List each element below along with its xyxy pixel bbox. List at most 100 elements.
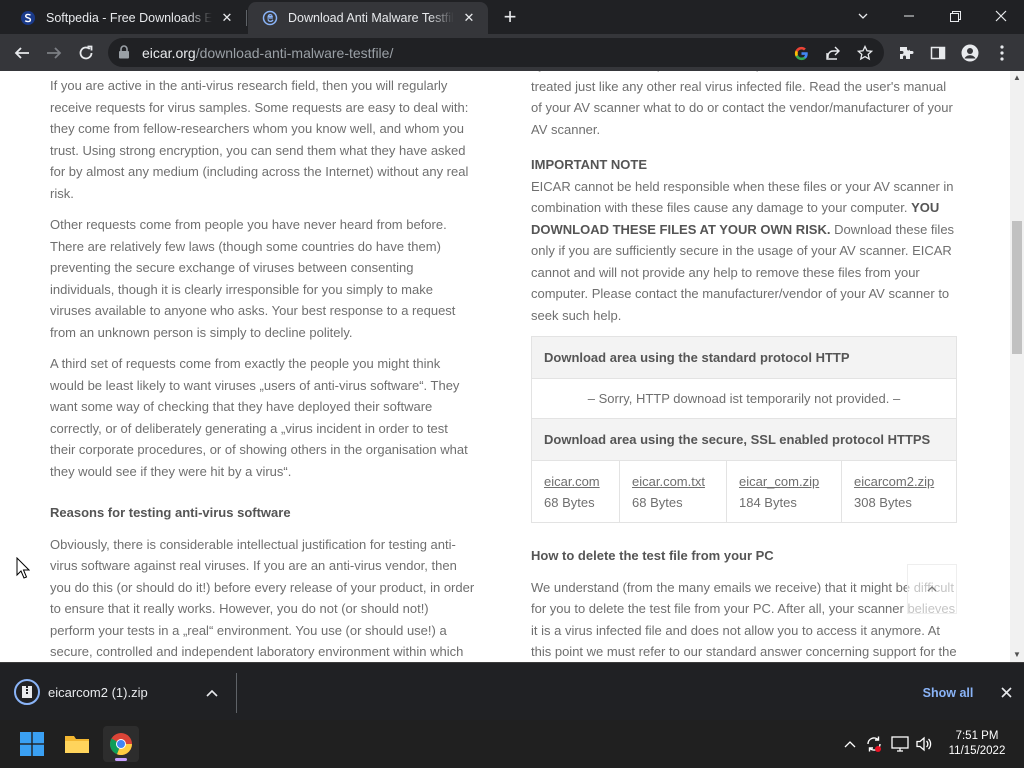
web-page-content: If you are active in the anti-virus rese… (0, 71, 1010, 662)
section-heading: Reasons for testing anti-virus software (50, 505, 291, 520)
show-hidden-icons-button[interactable] (840, 734, 860, 754)
tab-title: Download Anti Malware Testfile - EICAR (288, 11, 454, 25)
close-window-button[interactable] (978, 0, 1024, 32)
download-item[interactable]: eicarcom2 (1).zip (14, 679, 148, 705)
section-heading: How to delete the test file from your PC (531, 548, 774, 563)
tab-separator (246, 10, 247, 26)
start-button[interactable] (14, 726, 50, 762)
close-shelf-button[interactable] (997, 683, 1015, 701)
windows-taskbar: 7:51 PM 11/15/2022 (0, 720, 1024, 768)
paragraph: Other requests come from people you have… (50, 217, 456, 340)
restore-button[interactable] (932, 0, 978, 32)
chrome-icon (109, 733, 133, 756)
important-note-heading: IMPORTANT NOTE (531, 157, 648, 172)
http-download-heading: Download area using the standard protoco… (531, 336, 957, 379)
show-all-downloads-button[interactable]: Show all (914, 682, 982, 704)
zip-file-icon (14, 679, 40, 705)
bookmark-star-icon[interactable] (856, 44, 874, 62)
download-link-eicarcom2-zip[interactable]: eicarcom2.zip (854, 474, 934, 489)
chevron-down-icon (858, 13, 868, 19)
sync-status-icon[interactable] (864, 734, 884, 754)
chrome-menu-icon[interactable] (992, 43, 1012, 63)
chevron-up-icon (927, 586, 937, 592)
tab-strip: Softpedia - Free Downloads Encyclopedia … (0, 0, 1024, 34)
tab-close-icon[interactable]: ✕ (460, 9, 478, 27)
paragraph: A third set of requests come from exactl… (50, 356, 468, 479)
https-download-heading: Download area using the secure, SSL enab… (531, 418, 957, 461)
shelf-divider (236, 673, 237, 713)
paragraph: If you are active in the anti-virus rese… (50, 78, 469, 201)
mouse-cursor-icon (16, 557, 30, 579)
arrow-right-icon (47, 47, 62, 59)
chrome-taskbar-button[interactable] (103, 726, 139, 762)
download-link-eicar-com[interactable]: eicar.com (544, 474, 600, 489)
tab-eicar[interactable]: Download Anti Malware Testfile - EICAR ✕ (248, 2, 488, 34)
address-bar[interactable]: eicar.org/download-anti-malware-testfile… (108, 38, 884, 67)
download-cell: eicarcom2.zip 308 Bytes (841, 460, 957, 523)
download-options-button[interactable] (206, 685, 218, 703)
left-column: If you are active in the anti-virus rese… (50, 71, 476, 662)
http-unavailable-message: – Sorry, HTTP downoad ist temporarily no… (531, 378, 957, 419)
download-link-eicar-com-txt[interactable]: eicar.com.txt (632, 474, 705, 489)
close-icon (995, 10, 1007, 22)
download-shelf: eicarcom2 (1).zip Show all (0, 662, 1024, 720)
clock-time: 7:51 PM (955, 730, 999, 742)
forward-button[interactable] (40, 39, 68, 67)
download-cell: eicar.com 68 Bytes (531, 460, 620, 523)
right-column: by the scanner which puts the file into … (531, 71, 957, 662)
clock-date: 11/15/2022 (948, 745, 1006, 757)
file-explorer-button[interactable] (59, 726, 95, 762)
close-icon (1000, 686, 1012, 698)
active-indicator (115, 758, 127, 761)
scroll-to-top-button[interactable] (907, 564, 957, 614)
page-scrollbar[interactable]: ▲ ▼ (1010, 71, 1024, 662)
volume-icon[interactable] (914, 734, 934, 754)
paragraph: Obviously, there is considerable intelle… (50, 536, 475, 660)
url-path: /download-anti-malware-testfile/ (195, 45, 394, 61)
important-text-1: EICAR cannot be held responsible when th… (531, 178, 954, 216)
lock-icon[interactable] (118, 45, 130, 59)
download-cell: eicar_com.zip 184 Bytes (726, 460, 842, 523)
url-host: eicar.org (142, 45, 196, 61)
scroll-up-arrow-icon[interactable]: ▲ (1010, 71, 1024, 85)
network-icon[interactable] (890, 734, 910, 754)
url-text: eicar.org/download-anti-malware-testfile… (142, 45, 393, 61)
back-button[interactable] (8, 39, 36, 67)
share-icon[interactable] (824, 44, 842, 62)
scrollbar-thumb[interactable] (1012, 221, 1022, 354)
minimize-icon (904, 15, 914, 17)
tab-close-icon[interactable]: ✕ (218, 9, 236, 27)
important-note-text: EICAR cannot be held responsible when th… (531, 176, 957, 327)
new-tab-button[interactable]: + (498, 6, 522, 30)
extensions-icon[interactable] (896, 43, 916, 63)
eicar-favicon-icon (262, 10, 278, 26)
system-clock[interactable]: 7:51 PM 11/15/2022 (942, 729, 1012, 759)
download-cell: eicar.com.txt 68 Bytes (619, 460, 727, 523)
reload-button[interactable] (72, 39, 100, 67)
tab-softpedia[interactable]: Softpedia - Free Downloads Encyclopedia … (6, 2, 246, 34)
scroll-down-arrow-icon[interactable]: ▼ (1010, 648, 1024, 662)
download-filename: eicarcom2 (1).zip (48, 684, 148, 700)
reload-icon (79, 45, 93, 60)
windows-logo-icon (20, 732, 44, 756)
restore-icon (949, 10, 961, 22)
file-size: 308 Bytes (854, 494, 912, 510)
browser-toolbar: eicar.org/download-anti-malware-testfile… (0, 34, 1024, 71)
download-link-eicar-com-zip[interactable]: eicar_com.zip (739, 474, 819, 489)
file-size: 68 Bytes (544, 494, 595, 510)
file-size: 184 Bytes (739, 494, 797, 510)
tab-search-button[interactable] (840, 0, 886, 32)
folder-icon (65, 736, 89, 753)
paragraph: by the scanner which puts the file into … (531, 71, 953, 137)
arrow-left-icon (14, 47, 29, 59)
softpedia-favicon-icon (21, 11, 35, 25)
tab-title: Softpedia - Free Downloads Encyclopedia (46, 11, 212, 25)
google-lens-icon[interactable] (792, 44, 810, 62)
paragraph: We understand (from the many emails we r… (531, 579, 957, 660)
chevron-up-icon (206, 689, 218, 697)
side-panel-icon[interactable] (928, 43, 948, 63)
download-table: Download area using the standard protoco… (531, 336, 957, 523)
minimize-button[interactable] (886, 0, 932, 32)
chevron-up-icon (844, 741, 856, 748)
profile-avatar-icon[interactable] (960, 43, 980, 63)
